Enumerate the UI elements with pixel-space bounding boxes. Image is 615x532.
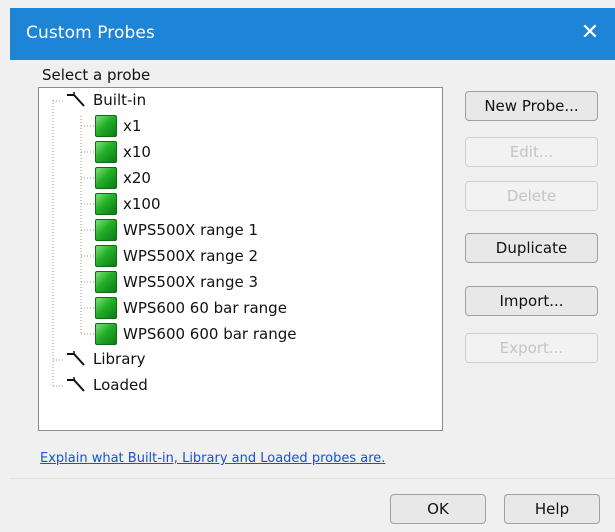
- probe-icon: [95, 193, 117, 215]
- tree-group-label: Loaded: [93, 376, 148, 394]
- export-button[interactable]: Export...: [465, 333, 598, 363]
- probe-icon: [95, 245, 117, 267]
- tree-item-label: WPS500X range 2: [123, 247, 258, 265]
- import-button[interactable]: Import...: [465, 286, 598, 316]
- tree-item-label: WPS600 600 bar range: [123, 325, 297, 343]
- probe-icon: [95, 167, 117, 189]
- tree-item-x10[interactable]: x10: [95, 141, 151, 163]
- tree-item-label: x100: [123, 195, 161, 213]
- duplicate-button[interactable]: Duplicate: [465, 233, 598, 263]
- probe-tree[interactable]: Built-in x1 x10 x20 x100 WPS500X range 1: [38, 87, 443, 431]
- probe-icon: [95, 323, 117, 345]
- probe-icon: [95, 219, 117, 241]
- edit-button[interactable]: Edit...: [465, 137, 598, 167]
- probe-icon: [95, 115, 117, 137]
- tree-group-loaded[interactable]: Loaded: [65, 376, 148, 394]
- delete-button[interactable]: Delete: [465, 181, 598, 211]
- probe-icon: [95, 141, 117, 163]
- tree-item-wps600-60-bar[interactable]: WPS600 60 bar range: [95, 297, 287, 319]
- tree-item-wps500x-range-2[interactable]: WPS500X range 2: [95, 245, 258, 267]
- dialog-body: Select a probe Built-in x1 x10 x20 x100 …: [10, 60, 615, 532]
- tree-item-wps500x-range-3[interactable]: WPS500X range 3: [95, 271, 258, 293]
- close-button[interactable]: ✕: [575, 18, 605, 48]
- tree-item-label: x1: [123, 117, 142, 135]
- probe-folder-icon: [65, 376, 87, 394]
- tree-item-wps600-600-bar[interactable]: WPS600 600 bar range: [95, 323, 296, 345]
- custom-probes-dialog: Custom Probes ✕ Select a probe Built-in …: [0, 0, 615, 532]
- tree-group-label: Library: [93, 350, 146, 368]
- tree-group-label: Built-in: [93, 91, 147, 109]
- explain-probes-link[interactable]: Explain what Built-in, Library and Loade…: [40, 451, 385, 466]
- tree-item-x1[interactable]: x1: [95, 115, 141, 137]
- tree-item-label: x10: [123, 143, 151, 161]
- probe-folder-icon: [65, 350, 87, 368]
- window-title: Custom Probes: [26, 23, 155, 43]
- new-probe-button[interactable]: New Probe...: [465, 91, 598, 121]
- tree-item-label: WPS500X range 1: [123, 221, 258, 239]
- tree-group-library[interactable]: Library: [65, 350, 145, 368]
- tree-item-label: WPS600 60 bar range: [123, 299, 287, 317]
- tree-item-label: x20: [123, 169, 151, 187]
- tree-item-wps500x-range-1[interactable]: WPS500X range 1: [95, 219, 258, 241]
- tree-item-label: WPS500X range 3: [123, 273, 258, 291]
- probe-icon: [95, 297, 117, 319]
- help-button[interactable]: Help: [504, 494, 600, 524]
- select-probe-label: Select a probe: [42, 66, 151, 84]
- title-bar: Custom Probes ✕: [10, 8, 615, 60]
- ok-button[interactable]: OK: [390, 494, 486, 524]
- tree-item-x100[interactable]: x100: [95, 193, 161, 215]
- probe-icon: [95, 271, 117, 293]
- tree-group-built-in[interactable]: Built-in: [65, 91, 146, 109]
- probe-folder-icon: [65, 91, 87, 109]
- tree-item-x20[interactable]: x20: [95, 167, 151, 189]
